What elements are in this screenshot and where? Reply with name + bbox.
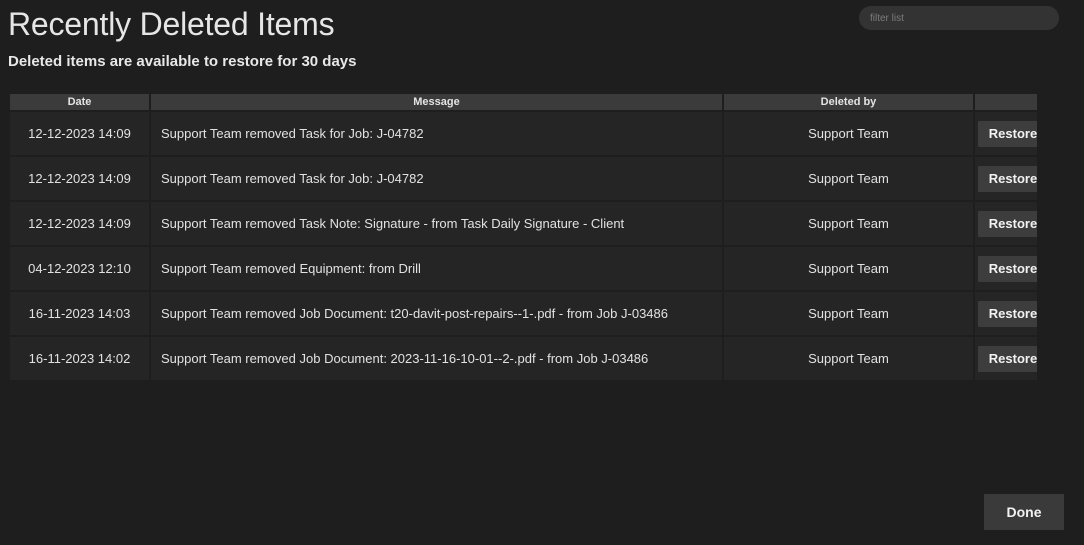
table-row: 16-11-2023 14:03 Support Team removed Jo… [10,292,1039,335]
restore-button[interactable]: Restore [978,165,1037,192]
page-subtitle: Deleted items are available to restore f… [8,53,357,70]
column-header-deleted-by[interactable]: Deleted by [724,94,973,110]
row-date: 16-11-2023 14:02 [10,337,149,380]
table-row: 04-12-2023 12:10 Support Team removed Eq… [10,247,1039,290]
row-message: Support Team removed Task Note: Signatur… [151,202,722,245]
restore-button[interactable]: Restore [978,255,1037,282]
row-action-cell: Restore [975,337,1037,380]
row-action-cell: Restore [975,292,1037,335]
restore-button[interactable]: Restore [978,120,1037,147]
column-header-actions [975,94,1037,110]
restore-button[interactable]: Restore [978,210,1037,237]
row-date: 12-12-2023 14:09 [10,202,149,245]
column-header-message[interactable]: Message [151,94,722,110]
row-action-cell: Restore [975,247,1037,290]
row-deleted-by: Support Team [724,337,973,380]
filter-list-input[interactable] [859,6,1059,30]
row-message: Support Team removed Equipment: from Dri… [151,247,722,290]
row-action-cell: Restore [975,112,1037,155]
row-date: 04-12-2023 12:10 [10,247,149,290]
row-action-cell: Restore [975,202,1037,245]
table-header-row: Date Message Deleted by [10,94,1039,110]
deleted-items-table: Date Message Deleted by 12-12-2023 14:09… [10,94,1039,382]
row-date: 12-12-2023 14:09 [10,157,149,200]
table-row: 12-12-2023 14:09 Support Team removed Ta… [10,202,1039,245]
row-deleted-by: Support Team [724,112,973,155]
page-title: Recently Deleted Items [8,6,335,42]
row-message: Support Team removed Job Document: t20-d… [151,292,722,335]
row-message: Support Team removed Task for Job: J-047… [151,112,722,155]
row-action-cell: Restore [975,157,1037,200]
row-date: 12-12-2023 14:09 [10,112,149,155]
row-date: 16-11-2023 14:03 [10,292,149,335]
row-message: Support Team removed Job Document: 2023-… [151,337,722,380]
column-header-date[interactable]: Date [10,94,149,110]
row-deleted-by: Support Team [724,202,973,245]
table-row: 16-11-2023 14:02 Support Team removed Jo… [10,337,1039,380]
table-row: 12-12-2023 14:09 Support Team removed Ta… [10,157,1039,200]
row-deleted-by: Support Team [724,247,973,290]
table-row: 12-12-2023 14:09 Support Team removed Ta… [10,112,1039,155]
restore-button[interactable]: Restore [978,300,1037,327]
restore-button[interactable]: Restore [978,345,1037,372]
row-deleted-by: Support Team [724,292,973,335]
row-message: Support Team removed Task for Job: J-047… [151,157,722,200]
row-deleted-by: Support Team [724,157,973,200]
done-button[interactable]: Done [984,494,1064,530]
